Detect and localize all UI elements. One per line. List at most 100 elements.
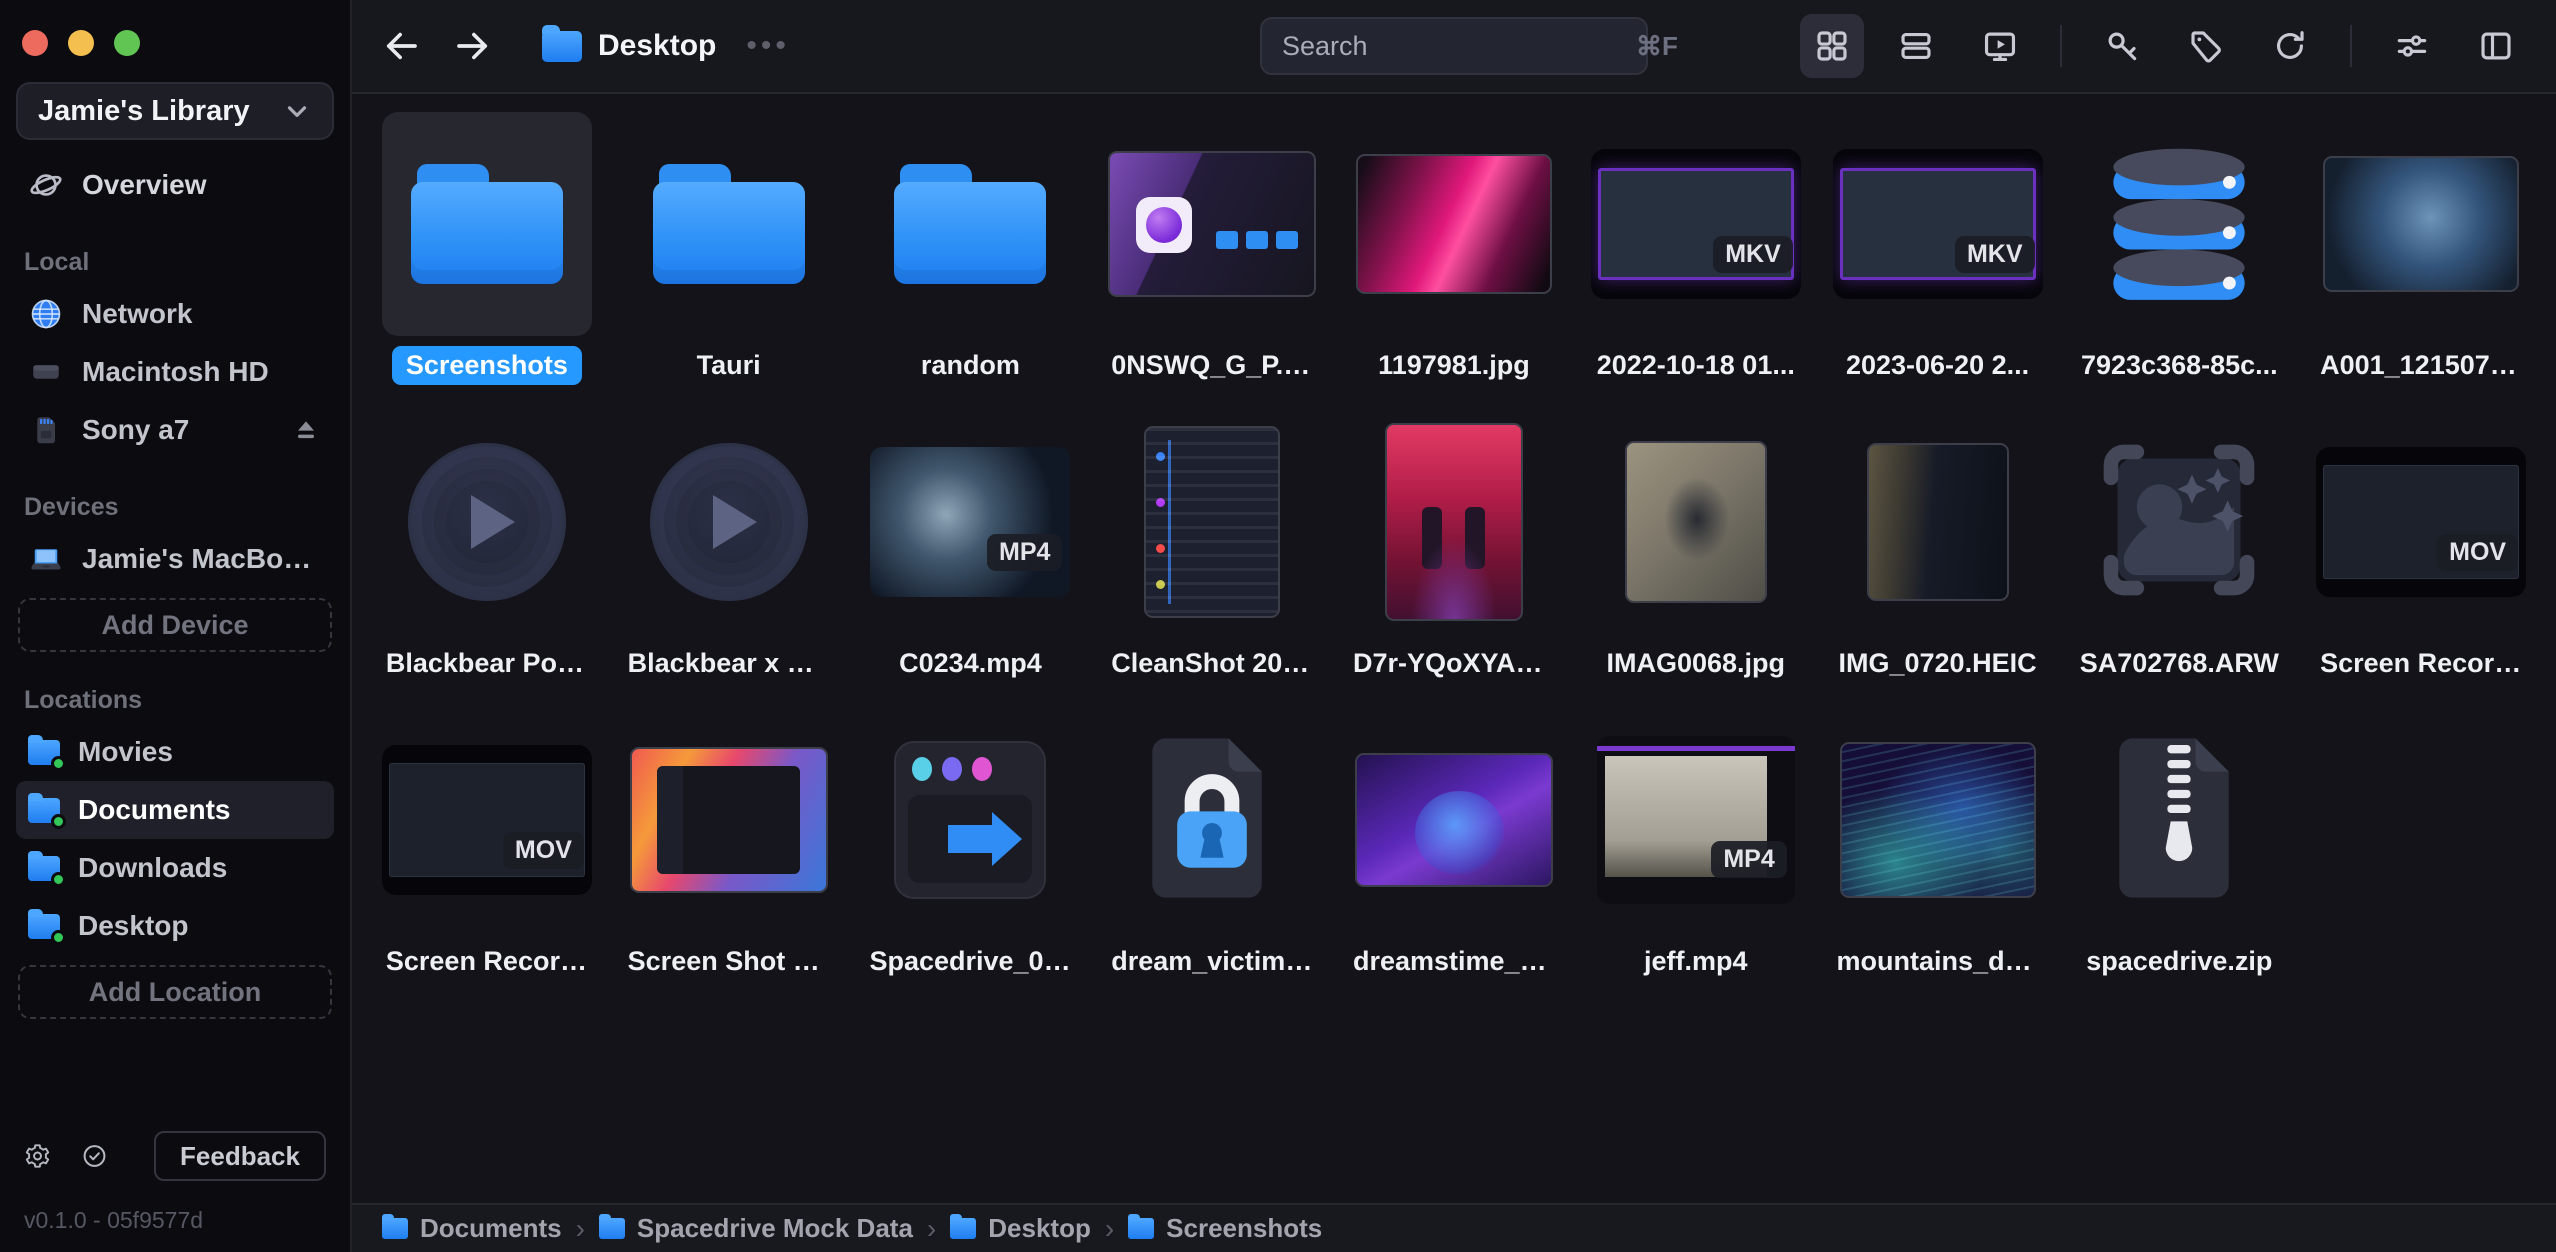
eject-icon[interactable] bbox=[290, 414, 322, 446]
sidebar-item-network[interactable]: Network bbox=[16, 285, 334, 343]
video-thumbnail: MKV bbox=[1833, 149, 2043, 299]
more-options-button[interactable]: ••• bbox=[746, 29, 790, 63]
file-thumbnail-area bbox=[865, 112, 1075, 336]
close-window-button[interactable] bbox=[22, 30, 48, 56]
file-item[interactable]: IMG_0720.HEIC bbox=[1817, 410, 2059, 708]
file-item[interactable]: 0NSWQ_G_P.p... bbox=[1091, 112, 1333, 410]
image-thumbnail bbox=[1144, 426, 1280, 618]
add-location-button[interactable]: Add Location bbox=[18, 965, 332, 1019]
file-item[interactable]: 7923c368-85c... bbox=[2058, 112, 2300, 410]
indexed-badge bbox=[51, 930, 66, 945]
file-thumbnail-area bbox=[624, 410, 834, 634]
image-thumbnail bbox=[1625, 441, 1767, 603]
file-item[interactable]: D7r-YQoXYAUt... bbox=[1333, 410, 1575, 708]
file-item[interactable]: mountains_dri... bbox=[1817, 708, 2059, 1006]
file-item[interactable]: Screen Shot 2... bbox=[608, 708, 850, 1006]
check-circle-icon[interactable] bbox=[81, 1137, 108, 1175]
file-item[interactable]: dreamstime_x... bbox=[1333, 708, 1575, 1006]
media-view-icon[interactable] bbox=[1968, 14, 2032, 78]
sidebar-item-movies[interactable]: Movies bbox=[16, 723, 334, 781]
back-arrow-icon[interactable] bbox=[380, 25, 422, 67]
file-item[interactable]: Tauri bbox=[608, 112, 850, 410]
search-input[interactable] bbox=[1282, 31, 1636, 62]
video-thumbnail: MOV bbox=[382, 745, 592, 895]
file-grid: ScreenshotsTaurirandom0NSWQ_G_P.p...1197… bbox=[366, 112, 2542, 1006]
folder-icon bbox=[950, 1218, 976, 1239]
list-view-icon[interactable] bbox=[1884, 14, 1948, 78]
sidebar-footer: Feedback v0.1.0 - 05f9577d bbox=[16, 1131, 334, 1234]
format-badge: MP4 bbox=[1711, 841, 1786, 878]
file-item[interactable]: CleanShot 202... bbox=[1091, 410, 1333, 708]
file-name: C0234.mp4 bbox=[885, 644, 1056, 683]
file-name: mountains_dri... bbox=[1823, 942, 2053, 981]
breadcrumb-spacedrive-mock-data[interactable]: Spacedrive Mock Data bbox=[599, 1213, 913, 1244]
arrow-right-icon bbox=[948, 825, 992, 853]
file-item[interactable]: IMAG0068.jpg bbox=[1575, 410, 1817, 708]
file-item[interactable]: SA702768.ARW bbox=[2058, 410, 2300, 708]
add-device-button[interactable]: Add Device bbox=[18, 598, 332, 652]
gear-icon[interactable] bbox=[24, 1137, 51, 1175]
file-name: dream_victim.... bbox=[1097, 942, 1327, 981]
file-item[interactable]: MKV2022-10-18 01... bbox=[1575, 112, 1817, 410]
breadcrumb-desktop[interactable]: Desktop bbox=[950, 1213, 1091, 1244]
file-item[interactable]: MOVScreen Recordi... bbox=[2300, 410, 2542, 708]
file-name: 2022-10-18 01... bbox=[1583, 346, 1809, 385]
indexed-badge bbox=[51, 872, 66, 887]
video-thumbnail: MOV bbox=[2316, 447, 2526, 597]
forward-arrow-icon[interactable] bbox=[452, 25, 494, 67]
file-name: CleanShot 202... bbox=[1097, 644, 1327, 683]
file-item[interactable]: A001_1215070... bbox=[2300, 112, 2542, 410]
current-folder-tab[interactable]: Desktop ••• bbox=[542, 29, 790, 63]
breadcrumb-separator: › bbox=[576, 1213, 585, 1245]
file-name: IMG_0720.HEIC bbox=[1825, 644, 2051, 683]
file-item[interactable]: Blackbear x Ho... bbox=[608, 410, 850, 708]
file-item[interactable]: MKV2023-06-20 2... bbox=[1817, 112, 2059, 410]
sidebar-item-documents[interactable]: Documents bbox=[16, 781, 334, 839]
file-item[interactable]: MP4 C0234.mp4 bbox=[850, 410, 1092, 708]
grid-view-icon[interactable] bbox=[1800, 14, 1864, 78]
library-selector[interactable]: Jamie's Library bbox=[16, 82, 334, 140]
format-badge: MOV bbox=[2437, 534, 2518, 571]
video-thumbnail: MP4 bbox=[870, 447, 1070, 597]
file-item[interactable]: Spacedrive_0.1... bbox=[850, 708, 1092, 1006]
file-thumbnail-area bbox=[624, 708, 834, 932]
encrypted-file-thumbnail bbox=[1149, 734, 1275, 907]
file-item[interactable]: 1197981.jpg bbox=[1333, 112, 1575, 410]
current-folder-title: Desktop bbox=[598, 29, 716, 63]
sidebar-item-label: Overview bbox=[82, 169, 207, 201]
search-bar[interactable]: ⌘F bbox=[1260, 17, 1648, 75]
sidebar-item-sony-a7[interactable]: Sony a7 bbox=[16, 401, 334, 459]
file-thumbnail-area bbox=[1833, 410, 2043, 634]
file-item[interactable]: Screenshots bbox=[366, 112, 608, 410]
sidebar-item-downloads[interactable]: Downloads bbox=[16, 839, 334, 897]
file-item[interactable]: dream_victim.... bbox=[1091, 708, 1333, 1006]
tag-icon[interactable] bbox=[2174, 14, 2238, 78]
sidebar-item-desktop[interactable]: Desktop bbox=[16, 897, 334, 955]
image-thumbnail bbox=[1356, 154, 1552, 294]
explorer-view: ScreenshotsTaurirandom0NSWQ_G_P.p...1197… bbox=[352, 94, 2556, 1203]
folder-icon bbox=[542, 31, 582, 62]
side-panel-icon[interactable] bbox=[2464, 14, 2528, 78]
sidebar-item-jamie-s-macbook[interactable]: Jamie's MacBook... bbox=[16, 530, 334, 588]
file-item[interactable]: Blackbear Post... bbox=[366, 410, 608, 708]
database-thumbnail bbox=[2101, 138, 2257, 311]
image-thumbnail bbox=[630, 747, 828, 893]
file-item[interactable]: MP4jeff.mp4 bbox=[1575, 708, 1817, 1006]
sidebar-item-overview[interactable]: Overview bbox=[16, 156, 334, 214]
breadcrumb-documents[interactable]: Documents bbox=[382, 1213, 562, 1244]
breadcrumb-screenshots[interactable]: Screenshots bbox=[1128, 1213, 1322, 1244]
settings-sliders-icon[interactable] bbox=[2380, 14, 2444, 78]
refresh-icon[interactable] bbox=[2258, 14, 2322, 78]
file-thumbnail-area bbox=[382, 410, 592, 634]
file-item[interactable]: MOVScreen Recordi... bbox=[366, 708, 608, 1006]
file-item[interactable]: random bbox=[850, 112, 1092, 410]
minimize-window-button[interactable] bbox=[68, 30, 94, 56]
location-folder-icon bbox=[28, 914, 60, 939]
location-folder-icon bbox=[28, 798, 60, 823]
file-item[interactable]: spacedrive.zip bbox=[2058, 708, 2300, 1006]
sidebar-item-macintosh-hd[interactable]: Macintosh HD bbox=[16, 343, 334, 401]
zoom-window-button[interactable] bbox=[114, 30, 140, 56]
key-icon[interactable] bbox=[2090, 14, 2154, 78]
feedback-button[interactable]: Feedback bbox=[154, 1131, 326, 1181]
laptop-icon bbox=[28, 541, 64, 577]
